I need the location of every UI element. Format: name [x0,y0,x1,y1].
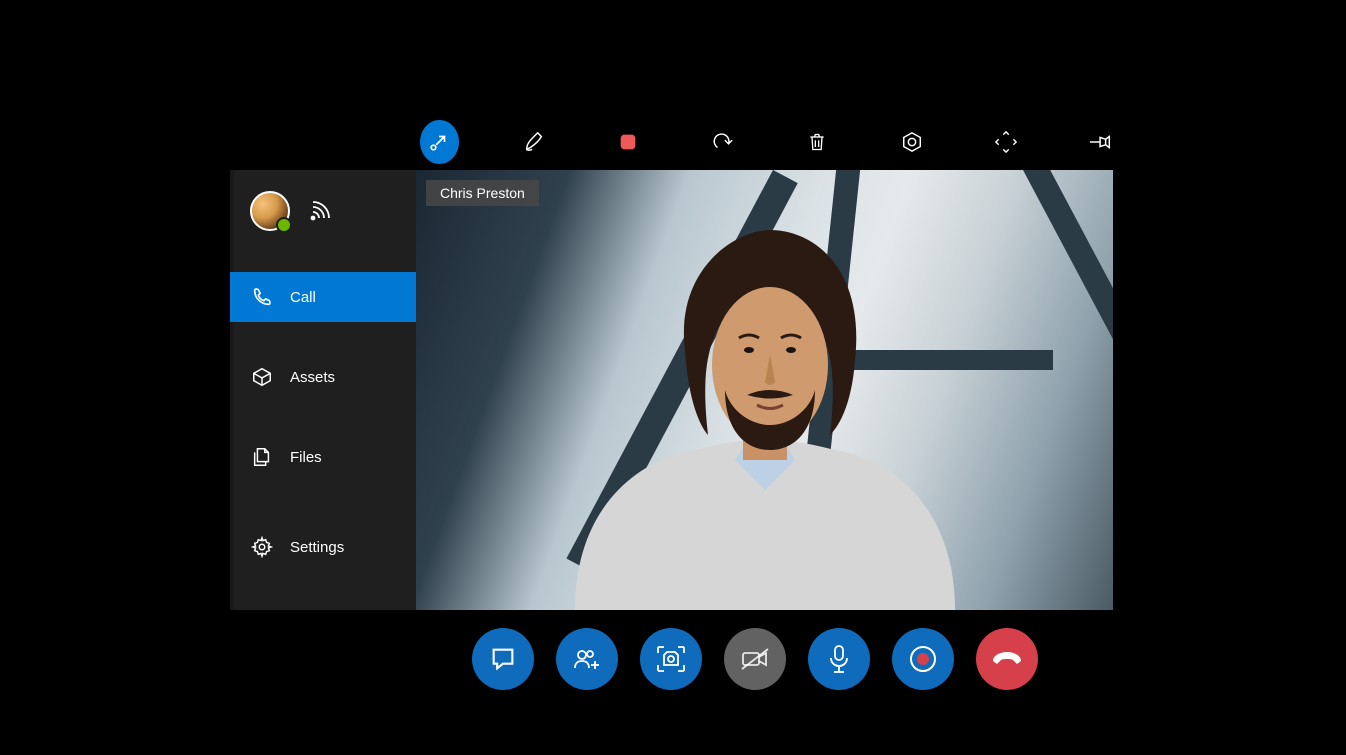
sidebar-item-label: Files [290,449,322,466]
sidebar-item-files[interactable]: Files [230,432,416,482]
call-controls [472,628,1038,690]
hexagon-settings-button[interactable] [893,120,932,164]
record-icon [908,644,938,674]
record-square-button[interactable] [609,120,648,164]
sidebar-item-label: Call [290,289,316,306]
profile-section [230,170,416,252]
app-window: Call Assets Files [230,170,1113,610]
record-square-icon [617,131,639,153]
package-icon [250,365,274,389]
hangup-button[interactable] [976,628,1038,690]
top-toolbar [420,118,1120,166]
pin-icon [1089,132,1113,152]
gear-icon [250,535,274,559]
video-off-icon [740,647,770,671]
signal-icon [308,199,332,223]
sidebar-item-settings[interactable]: Settings [230,522,416,572]
undo-button[interactable] [704,120,743,164]
camera-capture-icon [656,645,686,673]
files-icon [250,445,274,469]
hexagon-settings-icon [901,131,923,153]
avatar[interactable] [250,191,290,231]
participant-name-tag: Chris Preston [426,180,539,206]
ink-pen-icon [523,131,545,153]
expand-icon [995,131,1017,153]
sidebar: Call Assets Files [230,170,416,610]
microphone-icon [828,644,850,674]
arrow-collapse-button[interactable] [420,120,459,164]
add-participant-button[interactable] [556,628,618,690]
hangup-icon [990,649,1024,669]
record-button[interactable] [892,628,954,690]
microphone-button[interactable] [808,628,870,690]
trash-button[interactable] [798,120,837,164]
trash-icon [807,131,827,153]
presence-indicator [276,217,292,233]
arrow-collapse-icon [428,131,450,153]
chat-icon [489,645,517,673]
participant-video [535,210,995,610]
ink-pen-button[interactable] [515,120,554,164]
video-off-button[interactable] [724,628,786,690]
sidebar-item-label: Settings [290,539,344,556]
pin-button[interactable] [1082,120,1121,164]
participant-name: Chris Preston [440,185,525,201]
add-participant-icon [572,645,602,673]
video-feed: Chris Preston [416,170,1113,610]
expand-button[interactable] [987,120,1026,164]
undo-icon [712,131,734,153]
chat-button[interactable] [472,628,534,690]
camera-capture-button[interactable] [640,628,702,690]
sidebar-item-call[interactable]: Call [230,272,416,322]
sidebar-item-assets[interactable]: Assets [230,352,416,402]
phone-icon [250,285,274,309]
sidebar-item-label: Assets [290,369,335,386]
